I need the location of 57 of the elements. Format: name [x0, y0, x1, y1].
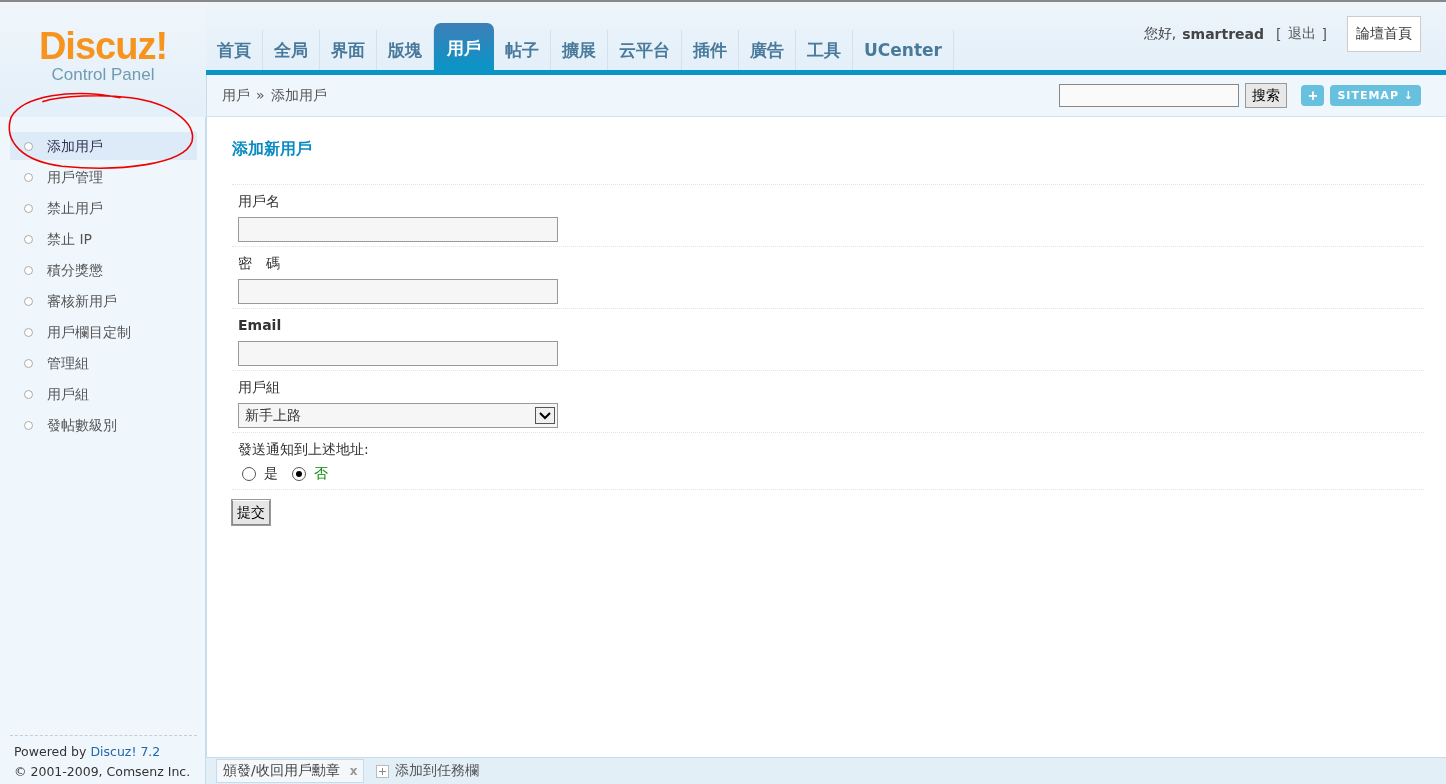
nav-tab[interactable]: 工具	[796, 30, 853, 70]
breadcrumb-link[interactable]: 用戶	[222, 86, 250, 105]
task-tab[interactable]: 頒發/收回用戶勳章 x	[216, 759, 365, 783]
footer-link[interactable]: Discuz! 7.2	[90, 744, 161, 759]
nav-tab[interactable]: 擴展	[551, 30, 608, 70]
logo-subtitle: Control Panel	[51, 66, 155, 84]
username: smartread	[1182, 26, 1265, 42]
radio-label: 否	[314, 465, 328, 483]
nav-tab[interactable]: 首頁	[206, 30, 263, 70]
copyright-text: © 2001-2009, Comsenz Inc.	[14, 763, 192, 781]
bracket-text: [	[1276, 26, 1282, 42]
breadcrumb-separator: »	[256, 86, 265, 105]
sidebar-item[interactable]: 用戶管理	[10, 163, 197, 191]
sidebar-item[interactable]: 用戶欄目定制	[10, 318, 197, 346]
nav-tab[interactable]: 云平台	[608, 30, 682, 70]
task-label: 頒發/收回用戶勳章	[223, 762, 340, 780]
greeting-text: 您好,	[1143, 25, 1177, 43]
search-field[interactable]	[1059, 84, 1240, 107]
nav-tab[interactable]: 全局	[263, 30, 320, 70]
nav-tab[interactable]: 帖子	[494, 30, 551, 70]
sidebar-item[interactable]: 發帖數級別	[10, 411, 197, 439]
sidebar-item[interactable]: 審核新用戶	[10, 287, 197, 315]
sidebar-item[interactable]: 禁止 IP	[10, 225, 197, 253]
submit-button[interactable]: 提交	[232, 500, 270, 525]
plus-icon	[376, 764, 390, 778]
field-label: 密 碼	[238, 254, 281, 273]
field-label: 用戶組	[238, 378, 281, 397]
breadcrumb-current: 添加用戶	[270, 86, 327, 105]
nav-tab[interactable]: 界面	[320, 30, 377, 70]
field-label: Email	[238, 316, 283, 335]
radio-button[interactable]	[292, 467, 306, 481]
logout-link[interactable]: 退出	[1287, 25, 1316, 43]
radio-button[interactable]	[242, 467, 256, 481]
sidebar-item[interactable]: 添加用戶	[10, 132, 197, 160]
logo-wordmark: Discuz!	[38, 26, 168, 66]
radio-label: 是	[264, 465, 278, 483]
nav-tab[interactable]: 用戶	[434, 23, 494, 70]
nav-tab[interactable]: 插件	[682, 30, 739, 70]
input-field[interactable]	[238, 341, 558, 366]
sidebar-item[interactable]: 管理組	[10, 349, 197, 377]
bracket-text: ]	[1321, 26, 1327, 42]
field-label: 發送通知到上述地址:	[238, 440, 370, 459]
caret-icon	[535, 407, 555, 424]
field-label: 用戶名	[238, 192, 281, 211]
sidebar-item[interactable]: 禁止用戶	[10, 194, 197, 222]
nav-tab[interactable]: UCenter	[853, 30, 954, 70]
select-field[interactable]: 新手上路	[238, 403, 558, 428]
search-button[interactable]: 搜索	[1245, 83, 1288, 108]
forum-home-button[interactable]: 論壇首頁	[1347, 16, 1421, 52]
nav-tab[interactable]: 廣告	[739, 30, 796, 70]
footer-text: Powered by	[14, 744, 87, 759]
add-to-taskbar-link[interactable]: 添加到任務欄	[395, 762, 480, 780]
sidebar-item[interactable]: 積分獎懲	[10, 256, 197, 284]
form-title: 添加新用戶	[232, 139, 313, 160]
sidebar-item[interactable]: 用戶組	[10, 380, 197, 408]
input-field[interactable]	[238, 279, 558, 304]
input-field[interactable]	[238, 217, 558, 242]
